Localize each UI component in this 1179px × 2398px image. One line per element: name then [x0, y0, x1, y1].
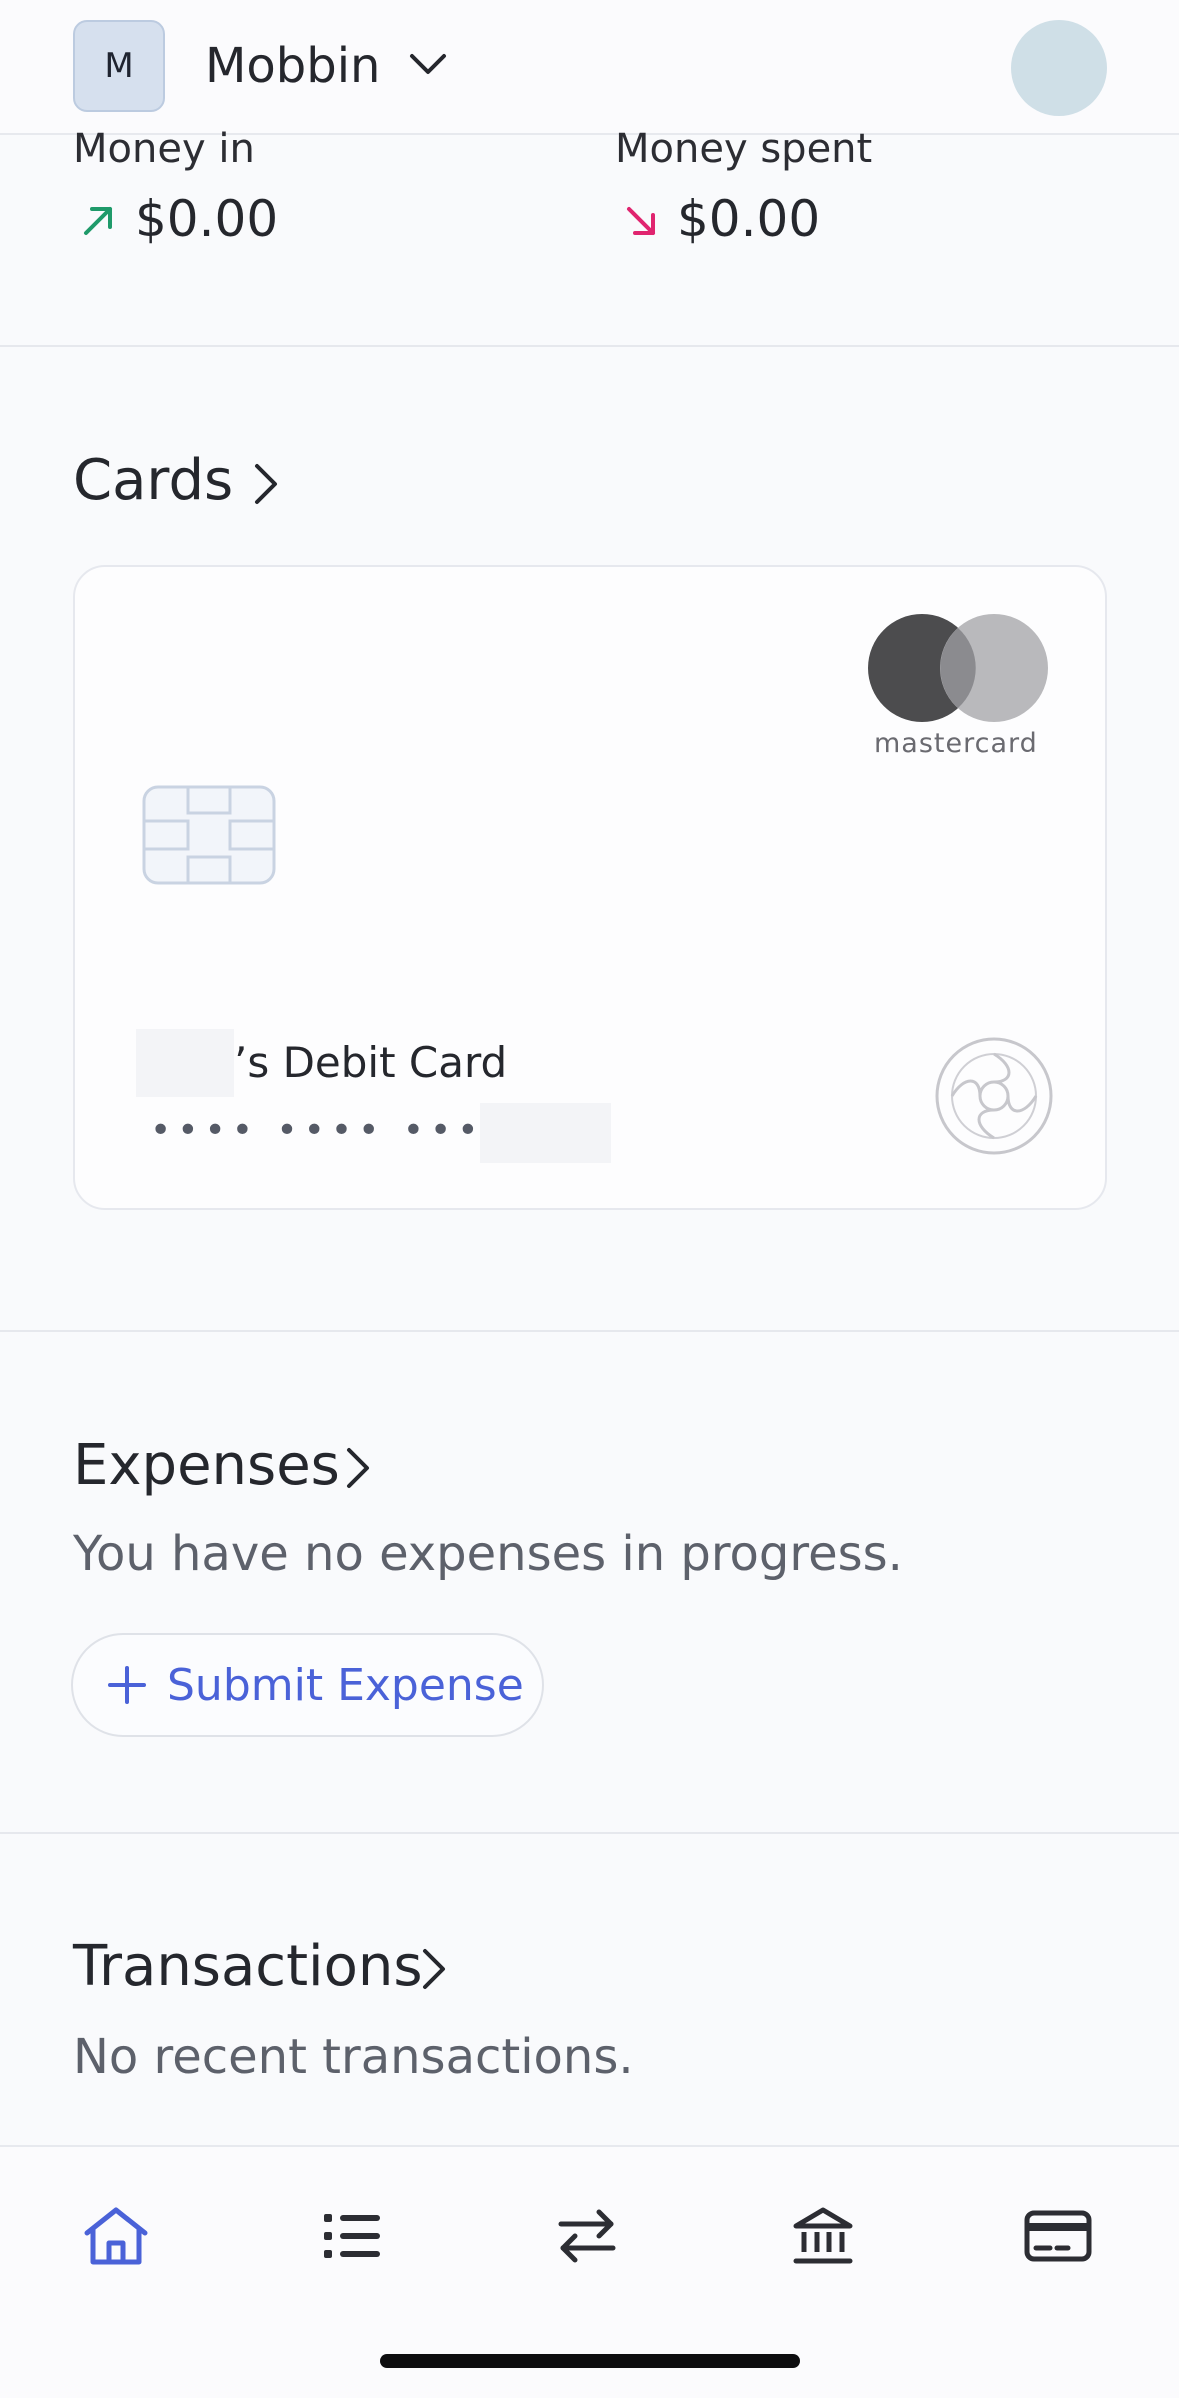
org-avatar[interactable]: M: [73, 20, 165, 112]
divider: [0, 345, 1179, 347]
tab-transfer[interactable]: [537, 2186, 637, 2286]
home-icon: [84, 2207, 148, 2265]
card-number-masked: •••• •••• ••••: [150, 1110, 512, 1151]
submit-expense-button[interactable]: Submit Expense: [71, 1633, 544, 1737]
money-in-label: Money in: [73, 126, 255, 172]
arrow-up-right-icon: [84, 207, 112, 235]
home-indicator: [380, 2354, 800, 2368]
mastercard-logo: [868, 614, 1048, 722]
card-name: ’s Debit Card: [234, 1038, 508, 1087]
card-last-digits-redacted: [480, 1103, 611, 1163]
card-seal-icon: [935, 1037, 1053, 1155]
chevron-right-icon[interactable]: [419, 1947, 449, 1991]
org-name[interactable]: Mobbin: [205, 38, 380, 94]
tab-home[interactable]: [66, 2186, 166, 2286]
card-icon: [1024, 2210, 1092, 2262]
money-in-value: $0.00: [135, 190, 279, 248]
transactions-empty-text: No recent transactions.: [73, 2029, 634, 2085]
user-avatar[interactable]: [1011, 20, 1107, 116]
card-brand-text: mastercard: [874, 728, 1038, 759]
cardholder-name-redacted: [136, 1029, 234, 1097]
bank-icon: [793, 2207, 853, 2264]
tab-activity[interactable]: [302, 2186, 402, 2286]
transfer-icon: [558, 2209, 616, 2263]
transactions-section-title[interactable]: Transactions: [73, 1934, 423, 1999]
divider: [0, 1832, 1179, 1834]
money-spent-value: $0.00: [677, 190, 821, 248]
cards-section-title[interactable]: Cards: [73, 448, 233, 513]
chevron-down-icon[interactable]: [408, 50, 448, 80]
chevron-right-icon[interactable]: [343, 1446, 373, 1490]
tab-accounts[interactable]: [773, 2186, 873, 2286]
card-chip-icon: [142, 785, 276, 885]
expenses-section-title[interactable]: Expenses: [73, 1433, 340, 1498]
plus-icon: [108, 1666, 146, 1704]
money-spent-label: Money spent: [615, 126, 873, 172]
chevron-right-icon[interactable]: [251, 462, 281, 506]
divider: [0, 1330, 1179, 1332]
submit-expense-label: Submit Expense: [167, 1659, 524, 1711]
arrow-down-right-icon: [627, 207, 655, 235]
list-icon: [324, 2214, 380, 2258]
expenses-empty-text: You have no expenses in progress.: [73, 1526, 903, 1582]
top-bar: [0, 0, 1179, 135]
tab-cards[interactable]: [1008, 2186, 1108, 2286]
